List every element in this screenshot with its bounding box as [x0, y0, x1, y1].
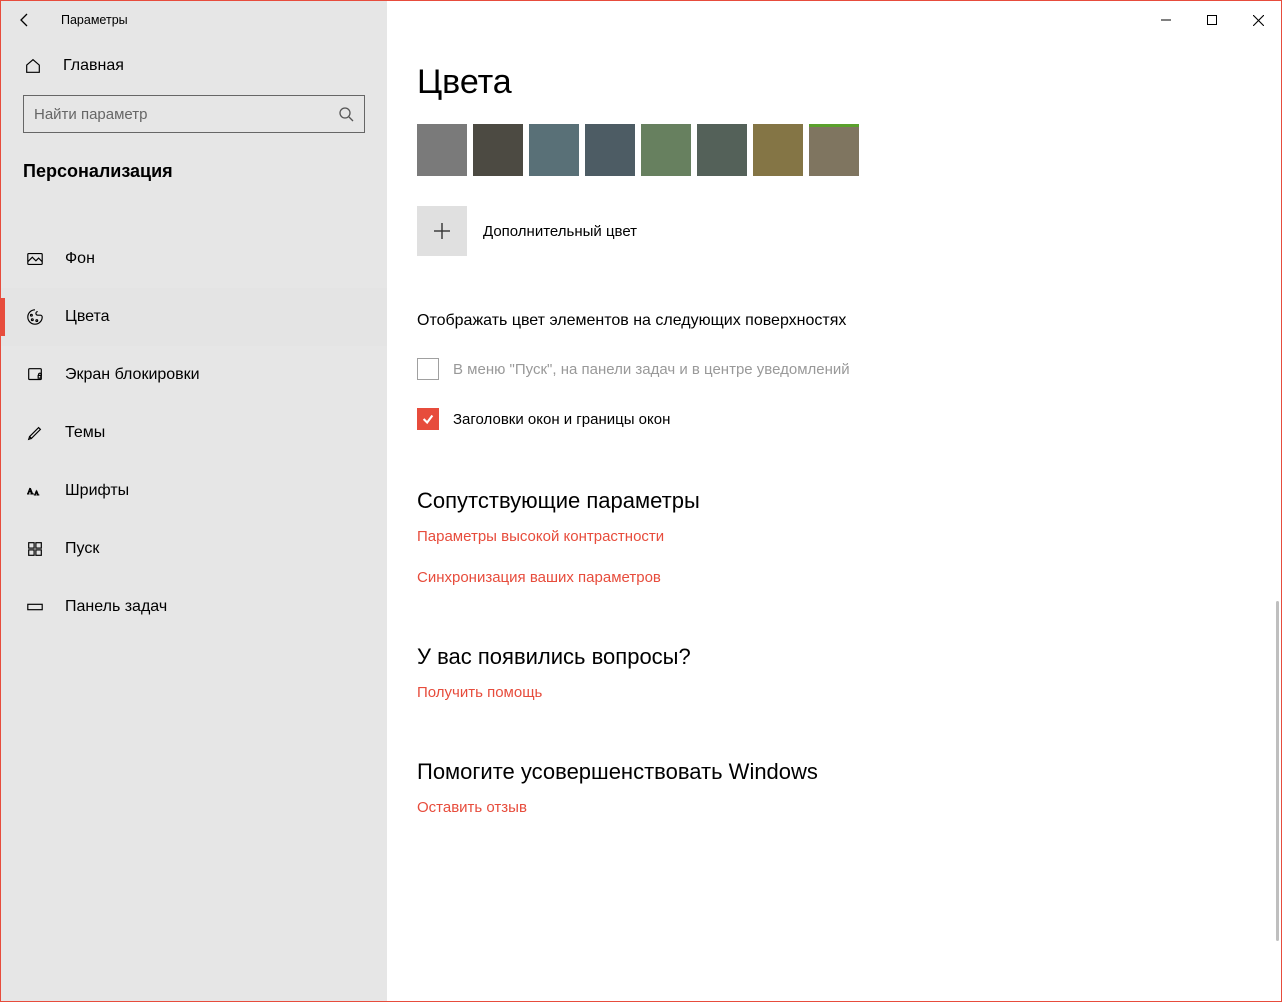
nav-list: Фон Цвета Экран блокировки Темы AA Шрифт… [1, 230, 387, 636]
sidebar-section-title: Персонализация [1, 133, 387, 194]
search-wrap [23, 95, 365, 133]
sidebar-item-label: Экран блокировки [65, 366, 200, 384]
sidebar-item-label: Шрифты [65, 482, 129, 500]
color-swatch[interactable] [529, 124, 579, 176]
color-swatch[interactable] [809, 124, 859, 176]
home-icon [23, 57, 43, 75]
svg-text:A: A [27, 486, 34, 496]
link-high-contrast[interactable]: Параметры высокой контрастности [417, 528, 1251, 545]
sidebar-item-lockscreen[interactable]: Экран блокировки [1, 346, 387, 404]
titlebar-left: Параметры [1, 1, 387, 39]
checkbox-label: В меню "Пуск", на панели задач и в центр… [453, 361, 850, 378]
checkbox [417, 358, 439, 380]
search-box[interactable] [23, 95, 365, 133]
feedback-heading: Помогите усовершенствовать Windows [417, 759, 1251, 785]
color-swatches [417, 124, 1251, 176]
page-title: Цвета [417, 63, 1251, 102]
color-swatch[interactable] [473, 124, 523, 176]
link-sync-settings[interactable]: Синхронизация ваших параметров [417, 569, 1251, 586]
home-label: Главная [63, 57, 124, 75]
link-feedback[interactable]: Оставить отзыв [417, 799, 1251, 816]
color-swatch[interactable] [753, 124, 803, 176]
scrollbar-thumb[interactable] [1276, 601, 1279, 941]
checkbox-start-taskbar: В меню "Пуск", на панели задач и в центр… [417, 358, 1251, 380]
search-input[interactable] [34, 106, 338, 123]
color-swatch[interactable] [697, 124, 747, 176]
sidebar-item-fonts[interactable]: AA Шрифты [1, 462, 387, 520]
sidebar-item-label: Фон [65, 250, 95, 268]
lockscreen-icon [25, 365, 45, 385]
main-content: Цвета Дополнительный цвет Отображать цве… [387, 1, 1281, 1001]
sidebar-item-taskbar[interactable]: Панель задач [1, 578, 387, 636]
palette-icon [25, 307, 45, 327]
related-heading: Сопутствующие параметры [417, 488, 1251, 514]
search-icon [338, 106, 354, 122]
checkbox-titlebars: Заголовки окон и границы окон [417, 408, 1251, 430]
sidebar-item-label: Темы [65, 424, 105, 442]
back-button[interactable] [15, 10, 35, 30]
add-color-row: Дополнительный цвет [417, 206, 1251, 256]
fonts-icon: AA [25, 481, 45, 501]
checkbox[interactable] [417, 408, 439, 430]
link-get-help[interactable]: Получить помощь [417, 684, 1251, 701]
home-nav[interactable]: Главная [1, 39, 387, 89]
taskbar-icon [25, 597, 45, 617]
color-swatch[interactable] [585, 124, 635, 176]
color-swatch[interactable] [417, 124, 467, 176]
sidebar-item-background[interactable]: Фон [1, 230, 387, 288]
start-icon [25, 539, 45, 559]
sidebar-item-colors[interactable]: Цвета [1, 288, 387, 346]
svg-text:A: A [34, 490, 39, 497]
sidebar-item-label: Пуск [65, 540, 99, 558]
checkbox-label: Заголовки окон и границы окон [453, 411, 670, 428]
sidebar-item-start[interactable]: Пуск [1, 520, 387, 578]
add-color-button[interactable] [417, 206, 467, 256]
surfaces-heading: Отображать цвет элементов на следующих п… [417, 312, 1251, 330]
color-swatch[interactable] [641, 124, 691, 176]
help-heading: У вас появились вопросы? [417, 644, 1251, 670]
themes-icon [25, 423, 45, 443]
sidebar: Параметры Главная Персонализация Фон Цве… [1, 1, 387, 1001]
add-color-label: Дополнительный цвет [483, 223, 637, 240]
picture-icon [25, 249, 45, 269]
sidebar-item-label: Цвета [65, 308, 110, 326]
window-title: Параметры [61, 13, 128, 27]
sidebar-item-themes[interactable]: Темы [1, 404, 387, 462]
sidebar-item-label: Панель задач [65, 598, 167, 616]
